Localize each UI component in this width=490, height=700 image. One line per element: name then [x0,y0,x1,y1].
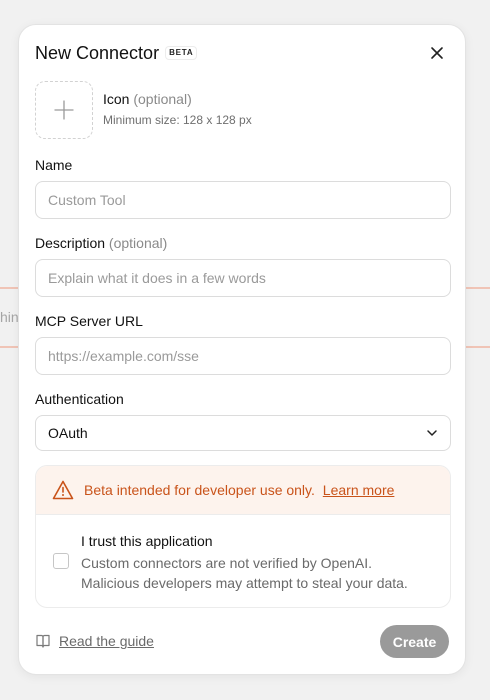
trust-title: I trust this application [81,533,213,549]
icon-label: Icon (optional) [103,91,252,107]
description-label: Description (optional) [35,233,451,253]
description-input[interactable] [35,259,451,297]
description-field-group: Description (optional) [35,233,451,297]
read-guide-text: Read the guide [59,633,154,649]
warning-icon [52,480,74,500]
close-button[interactable] [425,41,449,65]
new-connector-dialog: New Connector BETA Icon (optional) Minim… [18,24,466,675]
trust-application-row: I trust this application Custom connecto… [36,515,450,607]
authentication-selected-value: OAuth [48,425,88,441]
url-label: MCP Server URL [35,313,143,329]
beta-warning-text: Beta intended for developer use only. Le… [84,482,394,498]
beta-badge: BETA [165,46,198,60]
icon-section: Icon (optional) Minimum size: 128 x 128 … [35,81,252,139]
name-label: Name [35,157,73,173]
mcp-server-url-input[interactable] [35,337,451,375]
name-input[interactable] [35,181,451,219]
beta-warning-banner: Beta intended for developer use only. Le… [36,466,450,515]
trust-description-line: Malicious developers may attempt to stea… [81,575,408,591]
description-label-text: Description [35,235,106,251]
icon-meta: Icon (optional) Minimum size: 128 x 128 … [103,81,252,139]
name-field-group: Name [35,155,451,219]
url-field-group: MCP Server URL [35,311,451,375]
dialog-header: New Connector BETA [35,41,449,65]
create-button[interactable]: Create [380,625,449,658]
close-icon [431,47,443,59]
authentication-field-group: Authentication OAuth [35,389,451,451]
trust-checkbox[interactable] [53,553,69,569]
chevron-down-icon [427,430,437,436]
read-guide-link[interactable]: Read the guide [35,633,154,649]
trust-description-line: Custom connectors are not verified by Op… [81,555,373,571]
trust-description: Custom connectors are not verified by Op… [81,553,441,593]
learn-more-link[interactable]: Learn more [323,482,395,498]
plus-icon [54,100,74,120]
book-icon [36,634,50,648]
icon-label-text: Icon [103,91,130,107]
beta-warning-message: Beta intended for developer use only. [84,482,315,498]
optional-label: (optional) [133,91,192,107]
optional-label: (optional) [108,235,168,251]
background-text: hin [0,309,19,325]
dialog-footer: Read the guide Create [35,625,449,659]
icon-upload-button[interactable] [35,81,93,139]
authentication-label: Authentication [35,391,124,407]
beta-warning-panel: Beta intended for developer use only. Le… [35,465,451,608]
dialog-title: New Connector [35,42,160,63]
authentication-select[interactable]: OAuth [35,415,451,451]
icon-size-hint: Minimum size: 128 x 128 px [103,113,252,127]
